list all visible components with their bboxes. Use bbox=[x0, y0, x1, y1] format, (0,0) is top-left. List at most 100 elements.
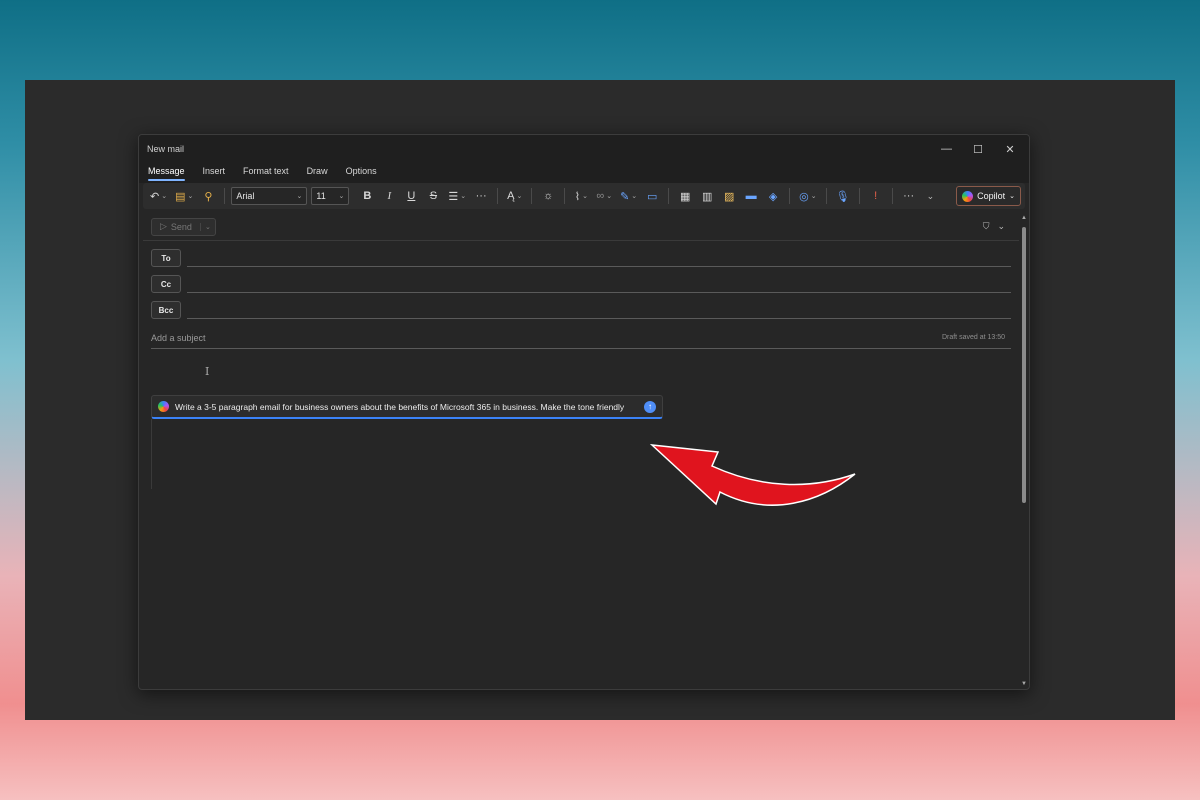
italic-button[interactable]: I bbox=[379, 186, 399, 206]
loop-icon: ▬ bbox=[745, 190, 757, 202]
copilot-button[interactable]: Copilot ⌄ bbox=[956, 186, 1021, 206]
undo-button[interactable]: ↶ ⌄ bbox=[147, 186, 170, 206]
table-button[interactable]: ▦ bbox=[675, 186, 695, 206]
divider bbox=[564, 188, 566, 204]
submit-prompt-button[interactable]: ↑ bbox=[644, 400, 656, 413]
window-title: New mail bbox=[147, 144, 185, 154]
importance-button[interactable]: ! bbox=[866, 186, 886, 206]
link-button[interactable]: ∞ ⌄ bbox=[593, 186, 615, 206]
scroll-down-icon[interactable]: ▼ bbox=[1021, 681, 1027, 687]
chevron-down-icon: ⌄ bbox=[810, 193, 817, 200]
tab-options[interactable]: Options bbox=[346, 163, 377, 181]
arrow-shape bbox=[650, 444, 856, 506]
chevron-down-icon: ⌄ bbox=[516, 193, 523, 200]
clipboard-icon: ▤ bbox=[175, 190, 186, 203]
divider bbox=[858, 188, 860, 204]
chat-icon: ◎ bbox=[799, 190, 809, 203]
underline-button[interactable]: U bbox=[401, 186, 421, 206]
format-painter-button[interactable]: ⚲ bbox=[198, 186, 218, 206]
body-margin-line bbox=[151, 419, 152, 489]
maximize-button[interactable]: ☐ bbox=[973, 143, 983, 156]
chevron-down-icon: ⌄ bbox=[460, 193, 467, 200]
tab-insert[interactable]: Insert bbox=[203, 163, 226, 181]
viva-button[interactable]: ◎ ⌄ bbox=[796, 186, 819, 206]
minimize-button[interactable]: — bbox=[941, 143, 952, 156]
chevron-down-icon: ⌄ bbox=[631, 193, 638, 200]
chevron-down-icon: ⌄ bbox=[1009, 193, 1015, 200]
attach-button[interactable]: ⌇ ⌄ bbox=[571, 186, 591, 206]
tab-message[interactable]: Message bbox=[148, 163, 185, 181]
font-size-select[interactable]: 11 ⌄ bbox=[311, 187, 350, 205]
bcc-field[interactable] bbox=[187, 301, 1011, 319]
immersive-reader-button[interactable]: ☼ bbox=[538, 186, 558, 206]
copilot-prompt-box[interactable]: Write a 3-5 paragraph email for business… bbox=[151, 395, 663, 419]
tab-format-text[interactable]: Format text bbox=[243, 163, 289, 181]
chevron-down-icon: ⌄ bbox=[606, 193, 613, 200]
chevron-down-icon: ⌄ bbox=[296, 193, 303, 200]
vertical-scrollbar[interactable]: ▲ ▼ bbox=[1021, 215, 1027, 687]
bold-button[interactable]: B bbox=[357, 186, 377, 206]
tab-draw[interactable]: Draw bbox=[307, 163, 328, 181]
chevron-down-icon: ⌄ bbox=[997, 221, 1005, 231]
divider bbox=[789, 188, 791, 204]
divider bbox=[224, 188, 226, 204]
spellcheck-icon: Ą bbox=[507, 190, 515, 202]
cc-button[interactable]: Cc bbox=[151, 275, 181, 293]
send-button[interactable]: ▷ Send ⌄ bbox=[151, 217, 216, 236]
undo-icon: ↶ bbox=[150, 190, 160, 203]
font-name-value: Arial bbox=[236, 191, 255, 201]
bcc-row: Bcc bbox=[143, 297, 1019, 323]
divider bbox=[531, 188, 533, 204]
signature-button[interactable]: ✎ ⌄ bbox=[617, 186, 640, 206]
format-painter-icon: ⚲ bbox=[204, 190, 213, 203]
chart-button[interactable]: ▥ bbox=[697, 186, 717, 206]
chevron-down-icon: ⌄ bbox=[161, 193, 168, 200]
text-cursor-icon: I bbox=[205, 365, 210, 378]
copilot-prompt-text: Write a 3-5 paragraph email for business… bbox=[175, 401, 625, 412]
scroll-up-icon[interactable]: ▲ bbox=[1021, 215, 1027, 221]
loop-button[interactable]: ▬ bbox=[741, 186, 761, 206]
subject-placeholder: Add a subject bbox=[151, 332, 206, 343]
teams-meeting-button[interactable]: ▭ bbox=[642, 186, 662, 206]
to-button[interactable]: To bbox=[151, 249, 181, 267]
draft-status: Draft saved at 13:50 bbox=[941, 334, 1005, 341]
cc-row: Cc bbox=[143, 271, 1019, 297]
picture-button[interactable]: ▨ bbox=[719, 186, 739, 206]
dictate-button[interactable]: 🎙︎ bbox=[833, 186, 853, 206]
font-name-select[interactable]: Arial ⌄ bbox=[231, 187, 308, 205]
link-icon: ∞ bbox=[596, 190, 605, 202]
strikethrough-button[interactable]: S bbox=[423, 186, 443, 206]
sensitivity-control[interactable]: ⛉ ⌄ bbox=[983, 221, 1011, 232]
chevron-down-icon: ⌄ bbox=[187, 193, 194, 200]
new-mail-window: New mail — ☐ ✕ Message Insert Format tex… bbox=[138, 134, 1030, 690]
ribbon-tabs: Message Insert Format text Draw Options bbox=[139, 163, 1029, 183]
paperclip-icon: ⌇ bbox=[574, 190, 581, 203]
apps-button[interactable]: ◈ bbox=[763, 186, 783, 206]
divider bbox=[891, 188, 893, 204]
to-field[interactable] bbox=[187, 249, 1011, 267]
scroll-thumb[interactable] bbox=[1022, 227, 1026, 503]
microphone-icon: 🎙︎ bbox=[835, 190, 850, 203]
subject-field[interactable]: Add a subject Draft saved at 13:50 bbox=[151, 327, 1011, 349]
editor-button[interactable]: Ą ⌄ bbox=[504, 186, 525, 206]
send-dropdown[interactable]: ⌄ bbox=[199, 222, 215, 231]
line-spacing-icon: ☰ bbox=[448, 190, 459, 203]
apps-icon: ◈ bbox=[768, 190, 778, 203]
chevron-down-icon: ⌄ bbox=[338, 193, 345, 200]
more-options-button[interactable]: ··· bbox=[899, 186, 919, 206]
compose-area: ▷ Send ⌄ ⛉ ⌄ To Cc Bcc Add a subject Draf… bbox=[143, 213, 1019, 689]
bcc-button[interactable]: Bcc bbox=[151, 301, 181, 319]
window-controls: — ☐ ✕ bbox=[941, 143, 1021, 156]
copilot-icon bbox=[962, 190, 974, 202]
paste-button[interactable]: ▤ ⌄ bbox=[172, 186, 196, 206]
cc-field[interactable] bbox=[187, 275, 1011, 293]
more-format-button[interactable]: ··· bbox=[471, 186, 491, 206]
title-bar: New mail — ☐ ✕ bbox=[139, 135, 1029, 163]
copilot-icon bbox=[158, 401, 169, 412]
font-size-value: 11 bbox=[316, 191, 326, 201]
picture-icon: ▨ bbox=[723, 190, 735, 203]
line-spacing-button[interactable]: ☰ ⌄ bbox=[445, 186, 469, 206]
close-button[interactable]: ✕ bbox=[1005, 143, 1015, 156]
divider bbox=[825, 188, 827, 204]
ribbon-expand-icon[interactable]: ⌄ bbox=[927, 191, 935, 202]
